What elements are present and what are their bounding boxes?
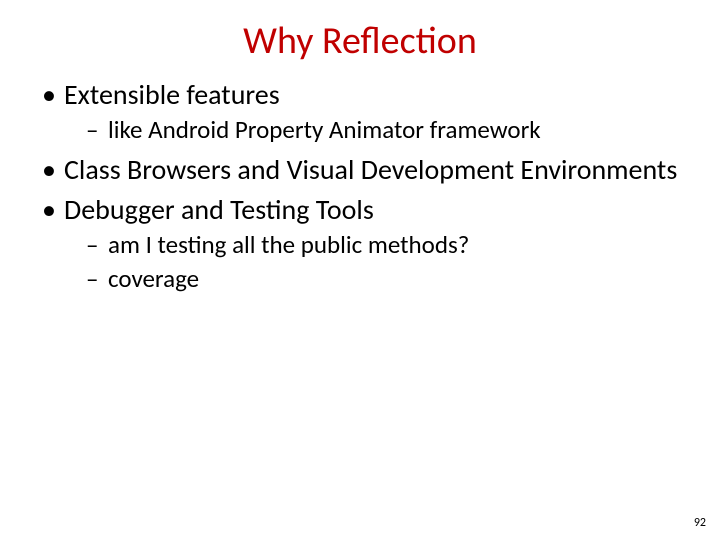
slide: Why Reflection Extensible features like … [0, 0, 720, 540]
sub-bullet-text: am I testing all the public methods? [108, 229, 469, 260]
bullet-item: Class Browsers and Visual Development En… [36, 153, 684, 187]
slide-title: Why Reflection [36, 18, 684, 64]
bullet-text: Debugger and Testing Tools [64, 192, 374, 227]
sub-bullet-item: like Android Property Animator framework [64, 114, 684, 147]
sub-bullet-text: coverage [108, 263, 199, 294]
sub-bullet-item: am I testing all the public methods? [64, 229, 684, 262]
sub-bullet-list: am I testing all the public methods? cov… [64, 229, 684, 296]
bullet-item: Debugger and Testing Tools am I testing … [36, 193, 684, 296]
sub-bullet-list: like Android Property Animator framework [64, 114, 684, 147]
sub-bullet-text: like Android Property Animator framework [108, 114, 541, 145]
bullet-text: Class Browsers and Visual Development En… [64, 152, 677, 187]
bullet-list: Extensible features like Android Propert… [36, 78, 684, 296]
bullet-text: Extensible features [64, 77, 280, 112]
bullet-item: Extensible features like Android Propert… [36, 78, 684, 147]
sub-bullet-item: coverage [64, 263, 684, 296]
page-number: 92 [694, 516, 706, 530]
